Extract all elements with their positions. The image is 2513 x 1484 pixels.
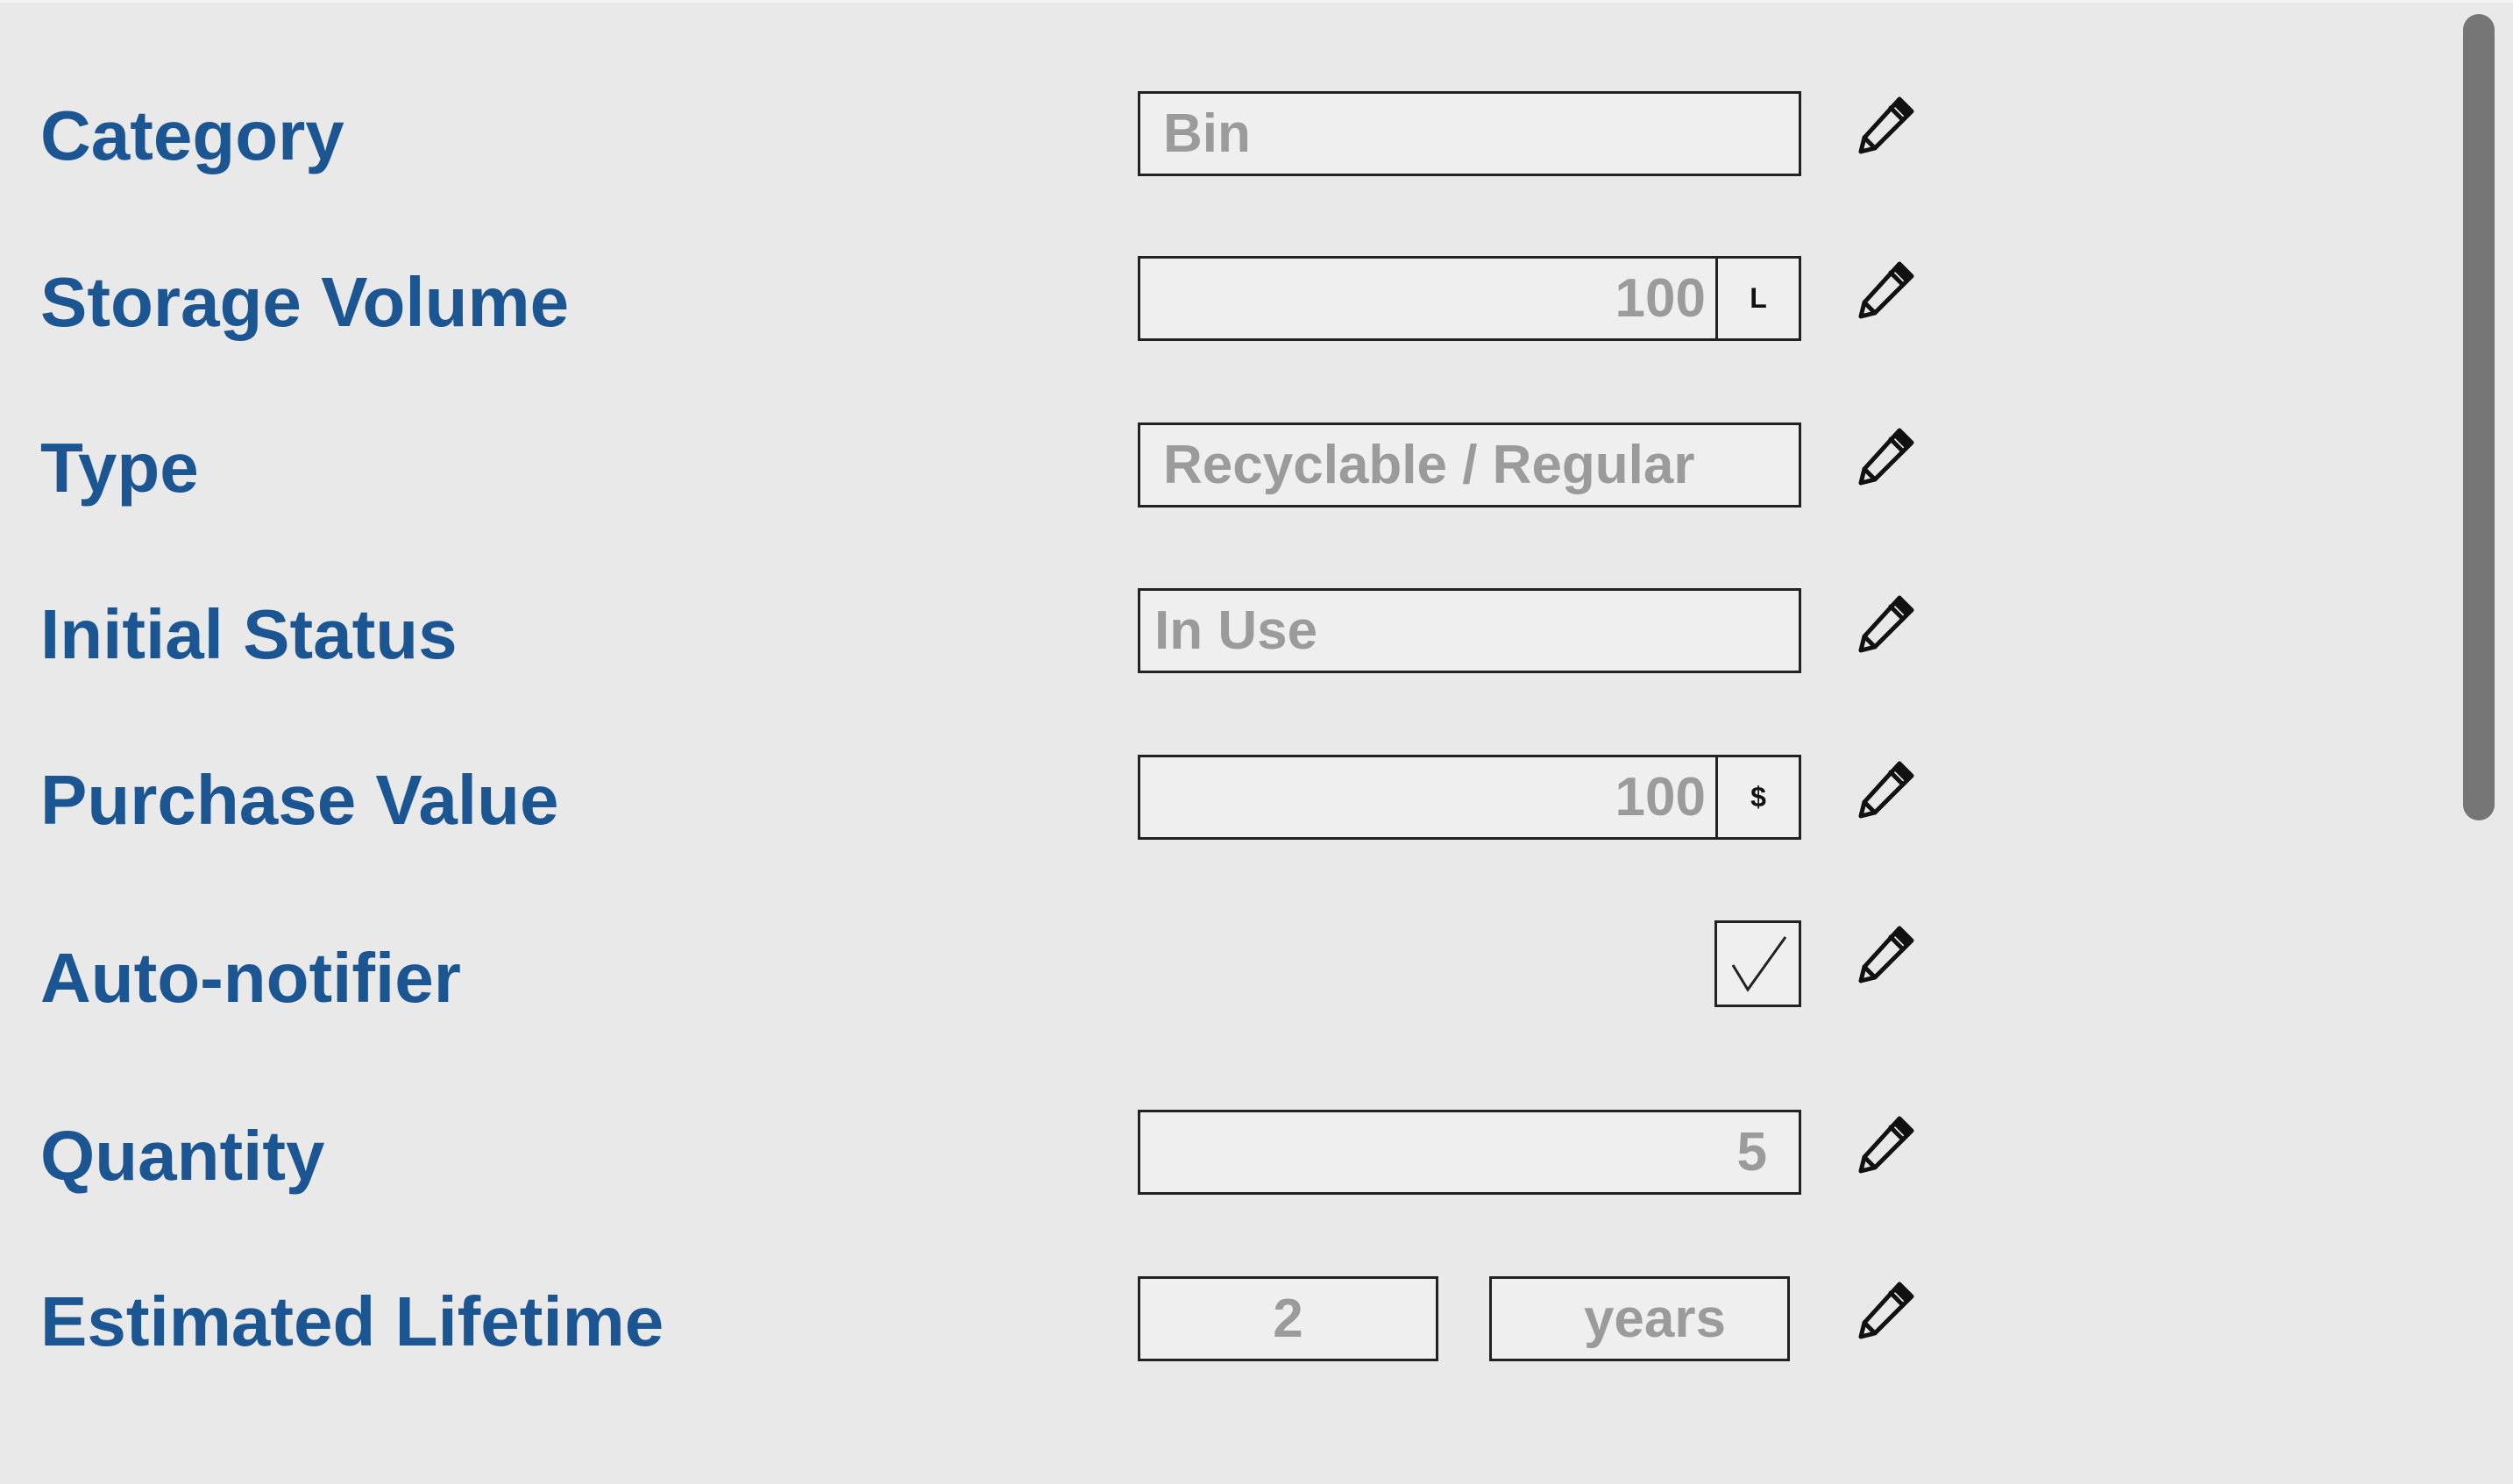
pencil-icon[interactable] xyxy=(1856,1279,1917,1340)
category-value: Bin xyxy=(1163,103,1251,164)
quantity-value: 5 xyxy=(1736,1122,1767,1182)
pencil-icon[interactable] xyxy=(1856,94,1917,155)
initial-status-label: Initial Status xyxy=(40,595,458,673)
pencil-icon[interactable] xyxy=(1856,425,1917,486)
storage-volume-field[interactable]: 100 L xyxy=(1138,256,1801,341)
storage-volume-value: 100 xyxy=(1615,268,1706,329)
type-field[interactable]: Recyclable / Regular xyxy=(1138,422,1801,508)
quantity-label: Quantity xyxy=(40,1117,325,1195)
pencil-icon[interactable] xyxy=(1856,593,1917,654)
estimated-lifetime-field[interactable]: 2 xyxy=(1138,1276,1438,1361)
purchase-value-unit: $ xyxy=(1715,757,1799,837)
purchase-value-label: Purchase Value xyxy=(40,761,559,839)
pencil-icon[interactable] xyxy=(1856,923,1917,984)
initial-status-value: In Use xyxy=(1154,600,1318,661)
auto-notifier-label: Auto-notifier xyxy=(40,939,461,1017)
quantity-field[interactable]: 5 xyxy=(1138,1110,1801,1195)
type-value: Recyclable / Regular xyxy=(1163,435,1695,495)
estimated-lifetime-label: Estimated Lifetime xyxy=(40,1282,664,1360)
category-label: Category xyxy=(40,96,344,174)
pencil-icon[interactable] xyxy=(1856,259,1917,320)
type-label: Type xyxy=(40,429,199,507)
scrollbar-thumb[interactable] xyxy=(2463,14,2495,820)
pencil-icon[interactable] xyxy=(1856,758,1917,820)
auto-notifier-checkbox[interactable] xyxy=(1714,920,1801,1007)
pencil-icon[interactable] xyxy=(1856,1113,1917,1175)
category-field[interactable]: Bin xyxy=(1138,91,1801,176)
estimated-lifetime-unit-field[interactable]: years xyxy=(1489,1276,1790,1361)
storage-volume-unit: L xyxy=(1715,259,1799,338)
window-top-edge xyxy=(0,0,2513,3)
purchase-value-value: 100 xyxy=(1615,767,1706,827)
estimated-lifetime-unit: years xyxy=(1583,1289,1726,1349)
checkmark-icon xyxy=(1731,936,1787,992)
purchase-value-field[interactable]: 100 $ xyxy=(1138,755,1801,840)
initial-status-field[interactable]: In Use xyxy=(1138,588,1801,673)
estimated-lifetime-value: 2 xyxy=(1273,1289,1303,1349)
storage-volume-label: Storage Volume xyxy=(40,263,570,341)
